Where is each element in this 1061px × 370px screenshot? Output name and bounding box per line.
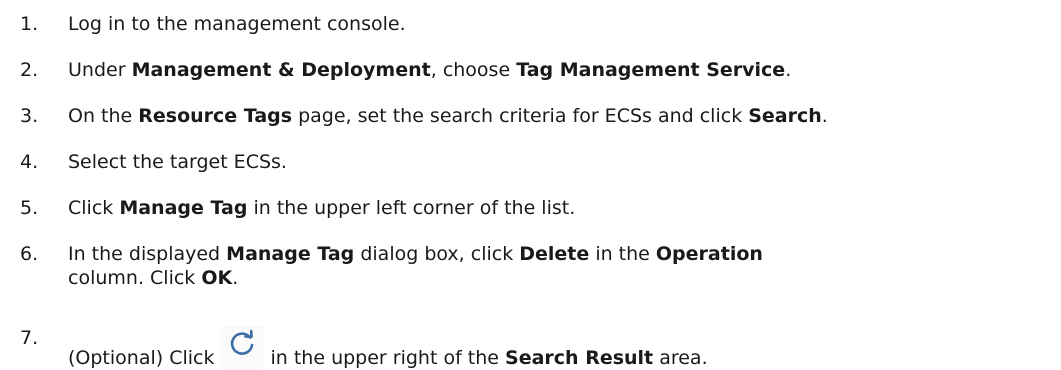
step-text: On the Resource Tags page, set the searc… bbox=[68, 105, 828, 127]
step-number: 6. bbox=[20, 243, 39, 265]
ui-term: OK bbox=[201, 267, 233, 289]
step-text: Log in to the management console. bbox=[68, 13, 406, 35]
step-text: Click Manage Tag in the upper left corne… bbox=[68, 197, 576, 219]
procedure-steps: 1. Log in to the management console. 2. … bbox=[0, 0, 1061, 370]
ui-term: Search Result bbox=[505, 347, 654, 369]
ui-term: Management & Deployment bbox=[131, 59, 431, 81]
ui-term: Resource Tags bbox=[138, 105, 293, 127]
step-5: 5. Click Manage Tag in the upper left co… bbox=[0, 196, 575, 220]
step-number: 5. bbox=[20, 197, 39, 219]
step-7: 7. (Optional) Click in the upper right of… bbox=[0, 326, 708, 370]
step-3: 3. On the Resource Tags page, set the se… bbox=[0, 104, 828, 128]
step-4: 4. Select the target ECSs. bbox=[0, 150, 287, 174]
ui-term: Manage Tag bbox=[119, 197, 248, 219]
refresh-icon bbox=[220, 326, 265, 370]
ui-term: Search bbox=[748, 105, 822, 127]
step-number: 7. bbox=[20, 327, 39, 349]
step-text: (Optional) Click in the upper right of th… bbox=[68, 326, 708, 370]
step-text: Under Management & Deployment, choose Ta… bbox=[68, 59, 792, 81]
step-number: 4. bbox=[20, 151, 39, 173]
step-text: Select the target ECSs. bbox=[68, 151, 287, 173]
ui-term: Operation bbox=[655, 243, 763, 265]
step-2: 2. Under Management & Deployment, choose… bbox=[0, 58, 791, 82]
step-number: 2. bbox=[20, 59, 39, 81]
step-number: 1. bbox=[20, 13, 39, 35]
step-6: 6. In the displayed Manage Tag dialog bo… bbox=[0, 242, 763, 290]
step-number: 3. bbox=[20, 105, 39, 127]
step-1: 1. Log in to the management console. bbox=[0, 12, 406, 36]
ui-term: Delete bbox=[519, 243, 590, 265]
ui-term: Manage Tag bbox=[226, 243, 355, 265]
ui-term: Tag Management Service bbox=[516, 59, 786, 81]
step-text: In the displayed Manage Tag dialog box, … bbox=[68, 243, 763, 289]
